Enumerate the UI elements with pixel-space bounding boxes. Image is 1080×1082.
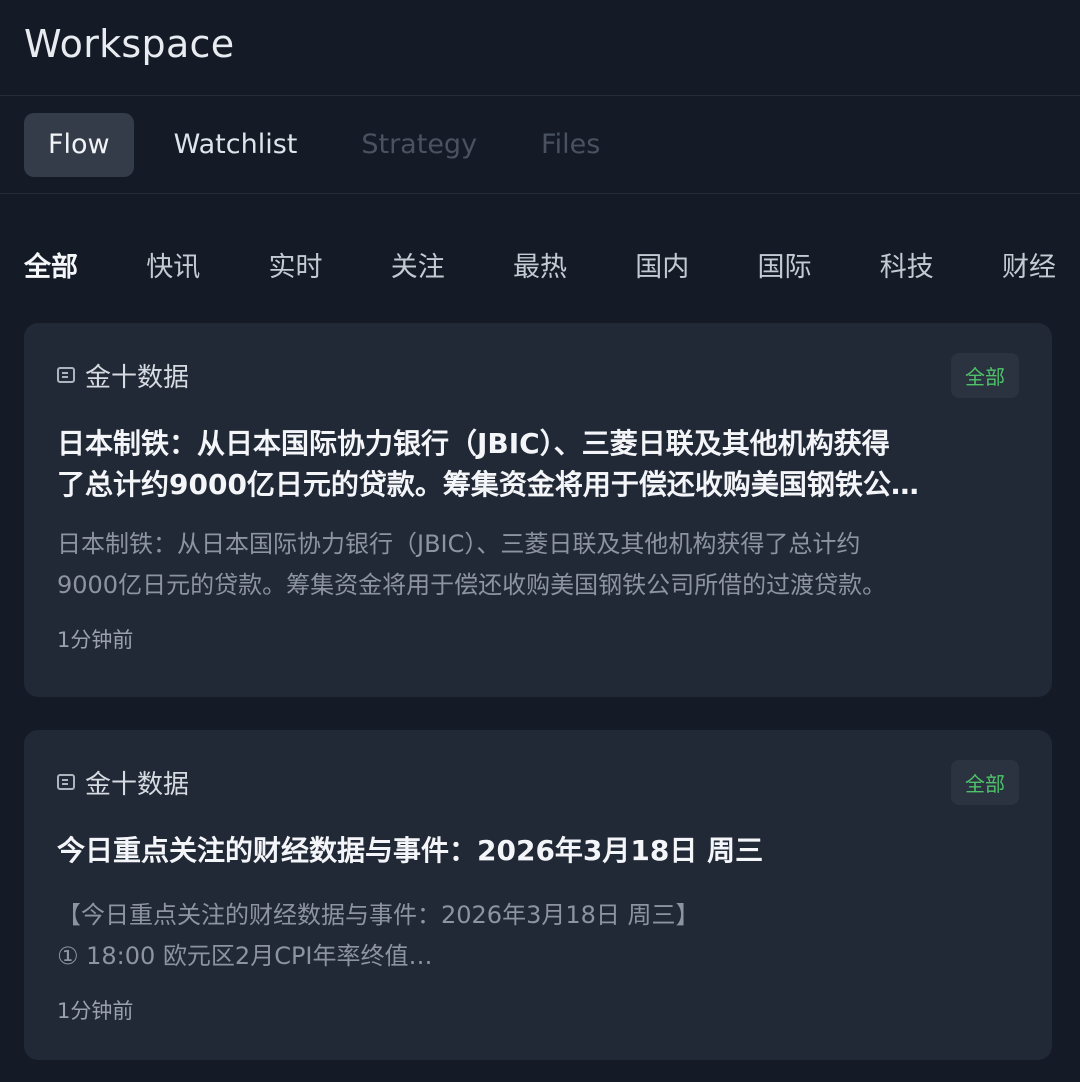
card-summary: 日本制铁：从日本国际协力银行（JBIC）、三菱日联及其他机构获得了总计约 900… xyxy=(57,524,1019,606)
card-summary-line: 日本制铁：从日本国际协力银行（JBIC）、三菱日联及其他机构获得了总计约 xyxy=(57,530,861,558)
category-realtime[interactable]: 实时 xyxy=(269,245,323,284)
news-card[interactable]: 金十数据 全部 日本制铁：从日本国际协力银行（JBIC）、三菱日联及其他机构获得… xyxy=(24,323,1052,697)
source-name: 金十数据 xyxy=(85,362,190,393)
category-following[interactable]: 关注 xyxy=(391,245,445,284)
card-summary-line: 9000亿日元的贷款。筹集资金将用于偿还收购美国钢铁公司所借的过渡贷款。 xyxy=(57,571,887,599)
card-source: 金十数据 xyxy=(57,357,189,394)
page-title: Workspace xyxy=(24,21,235,66)
category-all[interactable]: 全部 xyxy=(24,245,78,284)
card-title: 今日重点关注的财经数据与事件：2026年3月18日 周三 xyxy=(57,830,1019,871)
card-header: 金十数据 全部 xyxy=(57,323,1019,427)
category-domestic[interactable]: 国内 xyxy=(635,245,689,284)
news-icon xyxy=(57,774,75,790)
category-filter-bar: 全部 快讯 实时 关注 最热 国内 国际 科技 财经 xyxy=(0,194,1080,334)
category-finance[interactable]: 财经 xyxy=(1002,245,1056,284)
category-hottest[interactable]: 最热 xyxy=(513,245,567,284)
category-badge: 全部 xyxy=(951,352,1019,398)
news-card[interactable]: 金十数据 全部 今日重点关注的财经数据与事件：2026年3月18日 周三 【今日… xyxy=(24,730,1052,1060)
category-badge: 全部 xyxy=(951,759,1019,805)
card-title-line: 今日重点关注的财经数据与事件：2026年3月18日 周三 xyxy=(57,834,764,867)
card-summary-line: ① 18:00 欧元区2月CPI年率终值… xyxy=(57,942,433,970)
card-summary: 【今日重点关注的财经数据与事件：2026年3月18日 周三】 ① 18:00 欧… xyxy=(57,895,1019,977)
news-icon xyxy=(57,367,75,383)
main-tabs: Flow Watchlist Strategy Files xyxy=(0,96,1080,194)
tab-strategy[interactable]: Strategy xyxy=(337,113,501,177)
card-summary-line: 【今日重点关注的财经数据与事件：2026年3月18日 周三】 xyxy=(57,901,700,929)
card-title-line: 了总计约9000亿日元的贷款。筹集资金将用于偿还收购美国钢铁公… xyxy=(57,468,919,501)
tab-flow[interactable]: Flow xyxy=(24,112,134,177)
card-header: 金十数据 全部 xyxy=(57,730,1019,834)
source-name: 金十数据 xyxy=(85,769,190,800)
tab-watchlist[interactable]: Watchlist xyxy=(150,113,322,177)
card-source: 金十数据 xyxy=(57,764,189,801)
category-flash[interactable]: 快讯 xyxy=(146,245,200,284)
app-header: Workspace xyxy=(0,0,1080,96)
card-title-line: 日本制铁：从日本国际协力银行（JBIC）、三菱日联及其他机构获得 xyxy=(57,427,890,460)
category-international[interactable]: 国际 xyxy=(758,245,812,284)
card-timestamp: 1分钟前 xyxy=(57,999,134,1023)
category-tech[interactable]: 科技 xyxy=(880,245,934,284)
tab-files[interactable]: Files xyxy=(517,113,624,177)
card-title: 日本制铁：从日本国际协力银行（JBIC）、三菱日联及其他机构获得 了总计约900… xyxy=(57,423,1019,505)
card-timestamp: 1分钟前 xyxy=(57,628,134,652)
